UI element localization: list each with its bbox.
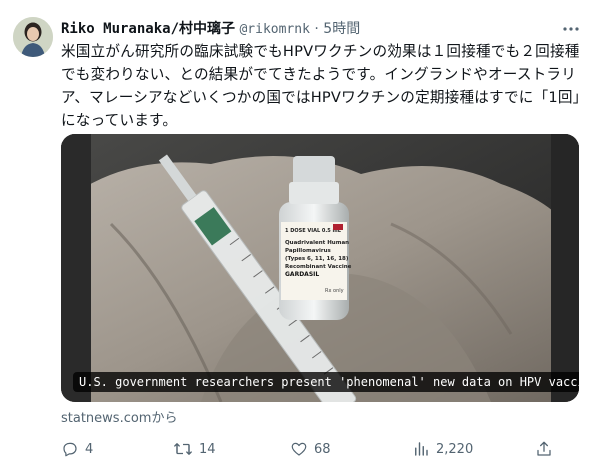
views-count: 2,220 — [436, 441, 474, 457]
retweet-count: 14 — [199, 441, 216, 457]
more-options-button[interactable] — [561, 19, 581, 39]
like-count: 68 — [314, 441, 331, 457]
card-caption: U.S. government researchers present 'phe… — [73, 372, 579, 392]
views-chart-icon — [415, 442, 428, 456]
tweet-text: 米国立がん研究所の臨床試験でもHPVワクチンの効果は１回接種でも２回接種でも変わ… — [61, 43, 581, 129]
retweet-button[interactable]: 14 — [173, 438, 216, 460]
tweet-header: Riko Muranaka/村中璃子 @rikomrnk · 5時間 — [61, 19, 360, 39]
display-name[interactable]: Riko Muranaka/村中璃子 — [61, 21, 235, 37]
reply-icon — [63, 442, 77, 457]
svg-text:Recombinant Vaccine: Recombinant Vaccine — [285, 264, 352, 270]
avatar-image — [13, 17, 53, 57]
tweet-actions: 4 14 68 2,220 — [61, 438, 581, 460]
user-handle[interactable]: @rikomrnk — [239, 22, 309, 37]
card-image: 1 DOSE VIAL 0.5 mL Quadrivalent Human Pa… — [61, 134, 579, 402]
share-button[interactable] — [535, 438, 553, 460]
views-button[interactable]: 2,220 — [412, 438, 473, 460]
link-card[interactable]: 1 DOSE VIAL 0.5 mL Quadrivalent Human Pa… — [61, 134, 579, 402]
svg-text:Papillomavirus: Papillomavirus — [285, 248, 332, 254]
reply-count: 4 — [85, 441, 94, 457]
card-source[interactable]: statnews.comから — [61, 407, 177, 426]
tweet[interactable]: Riko Muranaka/村中璃子 @rikomrnk · 5時間 米国立がん… — [0, 0, 613, 472]
timestamp[interactable]: 5時間 — [323, 21, 360, 37]
avatar[interactable] — [13, 17, 53, 57]
separator-dot: · — [314, 21, 319, 37]
heart-icon — [291, 442, 307, 456]
svg-text:(Types 6, 11, 16, 18): (Types 6, 11, 16, 18) — [285, 256, 349, 262]
retweet-icon — [174, 443, 192, 455]
share-icon — [537, 441, 551, 456]
svg-text:Quadrivalent Human: Quadrivalent Human — [285, 240, 349, 246]
svg-text:Rx only: Rx only — [325, 288, 344, 294]
reply-button[interactable]: 4 — [61, 438, 93, 460]
like-button[interactable]: 68 — [290, 438, 331, 460]
svg-text:GARDASIL: GARDASIL — [285, 271, 319, 278]
more-horizontal-icon — [563, 27, 579, 31]
